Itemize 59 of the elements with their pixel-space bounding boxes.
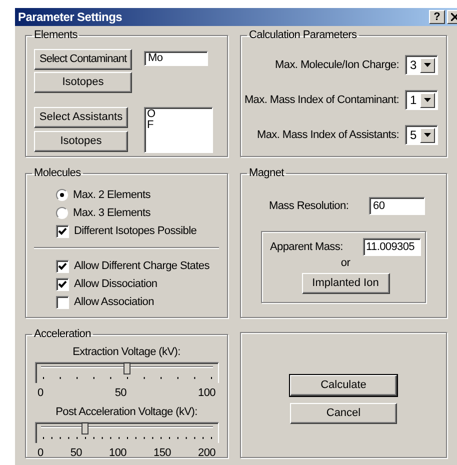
- checkbox[interactable]: [56, 296, 69, 308]
- field-label: Mass Resolution:: [269, 200, 350, 212]
- group-title: Elements: [33, 29, 78, 41]
- assistants-list-box[interactable]: O F: [144, 107, 213, 153]
- dropdown-field[interactable]: 3: [405, 55, 438, 75]
- implanted-ion-button[interactable]: Implanted Ion: [302, 273, 390, 294]
- scale-label: 0: [38, 387, 44, 400]
- option-label: Different Isotopes Possible: [74, 224, 197, 238]
- contaminant-field[interactable]: Mo: [144, 51, 208, 66]
- option-label: Allow Dissociation: [74, 278, 158, 290]
- scale-label: 100: [109, 447, 126, 460]
- radio-button[interactable]: [56, 189, 68, 201]
- scale-label: 100: [198, 387, 216, 400]
- radio-button[interactable]: [56, 207, 68, 219]
- option-label: Max. 2 Elements: [73, 188, 150, 202]
- checkbox[interactable]: [56, 224, 69, 238]
- scale-label: 200: [198, 447, 216, 460]
- option-label: Max. 3 Elements: [73, 206, 150, 220]
- action-button[interactable]: Calculate: [290, 375, 397, 396]
- checkbox[interactable]: [56, 260, 69, 272]
- select-contaminant-button[interactable]: Select Contaminant: [34, 49, 132, 70]
- slider-label: Extraction Voltage (kV):: [72, 346, 180, 359]
- scale-label: 50: [70, 447, 82, 460]
- field-label: Max. Mass Index of Contaminant:: [244, 94, 399, 106]
- dropdown-button[interactable]: [420, 128, 435, 142]
- group-title: Molecules: [33, 167, 82, 179]
- caret-icon: [424, 98, 431, 102]
- select-assistants-button[interactable]: Select Assistants: [34, 107, 128, 128]
- slider-track[interactable]: [34, 422, 218, 444]
- isotopes-button[interactable]: Isotopes: [34, 131, 128, 152]
- scale-label: 150: [154, 447, 171, 460]
- group-title: Acceleration: [33, 328, 92, 340]
- dropdown-button[interactable]: [420, 58, 435, 72]
- caret-icon: [424, 63, 431, 67]
- group-title: Magnet: [248, 167, 286, 179]
- caret-icon: [424, 133, 431, 137]
- dropdown-field[interactable]: 1: [405, 90, 438, 110]
- action-button[interactable]: Cancel: [290, 403, 397, 424]
- field-label: Apparent Mass:: [270, 240, 343, 254]
- field-label: Max. Mass Index of Assistants:: [256, 128, 399, 142]
- scale-label: 50: [114, 387, 126, 400]
- group-title: Calculation Parameters: [248, 29, 358, 41]
- checkbox[interactable]: [56, 278, 69, 290]
- mass-resolution-field[interactable]: 60: [369, 197, 425, 215]
- scale-label: 0: [38, 447, 44, 460]
- apparent-mass-field[interactable]: 11.009305: [363, 238, 421, 256]
- dropdown-button[interactable]: [420, 92, 435, 108]
- dropdown-field[interactable]: 5: [405, 125, 438, 145]
- field-label: Max. Molecule/Ion Charge:: [275, 58, 399, 72]
- or-text: or: [340, 257, 350, 270]
- help-button[interactable]: ?: [429, 10, 445, 24]
- window-title: Parameter Settings: [18, 10, 123, 24]
- slider-thumb[interactable]: [81, 422, 88, 434]
- slider-label: Post Acceleration Voltage (kV):: [56, 406, 198, 419]
- option-label: Allow Association: [74, 296, 154, 308]
- slider-track[interactable]: [34, 362, 218, 384]
- slider-thumb[interactable]: [123, 362, 130, 374]
- isotopes-button[interactable]: Isotopes: [34, 72, 132, 93]
- option-label: Allow Different Charge States: [74, 260, 210, 272]
